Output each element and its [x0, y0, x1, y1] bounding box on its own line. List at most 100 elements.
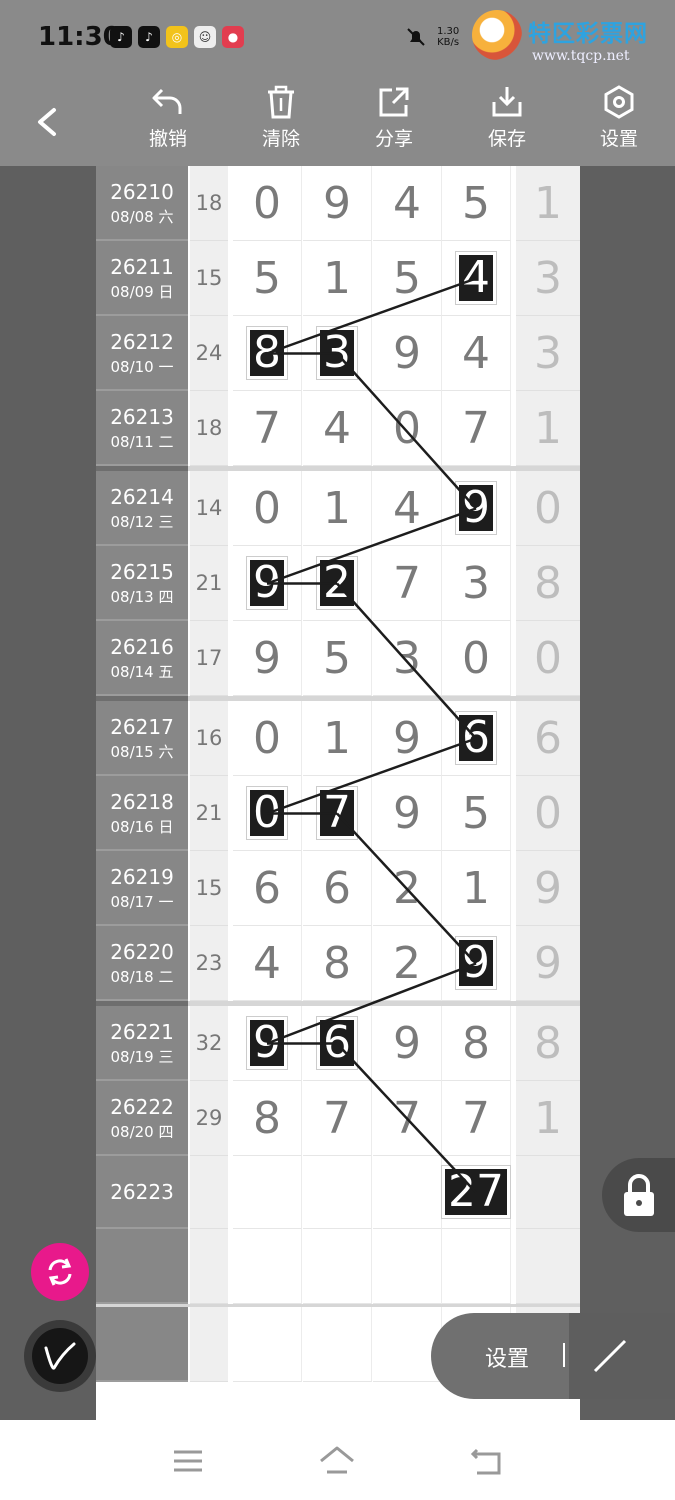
draw-row[interactable]: 26220 08/18 二 23 4 8 2 9 9: [96, 926, 580, 1001]
digit-cell-1[interactable]: 8: [233, 1081, 302, 1156]
back-nav-button[interactable]: [467, 1444, 507, 1478]
digit-cell-1[interactable]: 0: [233, 166, 302, 241]
digit-cell-3[interactable]: 9: [373, 776, 442, 851]
draw-row[interactable]: 26213 08/11 二 18 7 4 0 7 1: [96, 391, 580, 466]
pen-mode-inner: [32, 1328, 88, 1384]
digit-cell-2[interactable]: [303, 1307, 372, 1382]
digit-cell-2[interactable]: [303, 1229, 372, 1304]
digit-cell-3[interactable]: 7: [373, 546, 442, 621]
digit-cell-4[interactable]: [442, 1229, 511, 1304]
digit-cell-1[interactable]: 8: [233, 316, 302, 391]
digit-cell-4[interactable]: 27: [442, 1156, 511, 1229]
digit-cell-3[interactable]: 9: [373, 1006, 442, 1081]
digit-cell-4[interactable]: 3: [442, 546, 511, 621]
draw-row[interactable]: 26217 08/15 六 16 0 1 9 6 6: [96, 701, 580, 776]
draw-row[interactable]: 26210 08/08 六 18 0 9 4 5 1: [96, 166, 580, 241]
digit-cell-4[interactable]: 5: [442, 776, 511, 851]
trend-chart-board[interactable]: 26210 08/08 六 18 0 9 4 5 1 26211 08/09 日 15 5 1 5 4 3 26…: [96, 166, 580, 1420]
digit-cell-1[interactable]: 6: [233, 851, 302, 926]
digit-cell-2[interactable]: 4: [303, 391, 372, 466]
undo-button[interactable]: 撤销: [133, 84, 203, 162]
digit-cell-3[interactable]: 4: [373, 166, 442, 241]
digit-cell-4[interactable]: 7: [442, 1081, 511, 1156]
draw-row[interactable]: 26222 08/20 四 29 8 7 7 7 1: [96, 1081, 580, 1156]
digit-cell-1[interactable]: 5: [233, 241, 302, 316]
save-button[interactable]: 保存: [472, 84, 542, 162]
digit-cell-4[interactable]: 4: [442, 241, 511, 316]
digit-cell-3[interactable]: 3: [373, 621, 442, 696]
digit-value: 1: [323, 252, 351, 304]
digit-cell-2[interactable]: 1: [303, 241, 372, 316]
digit-cell-4[interactable]: 6: [442, 701, 511, 776]
home-button[interactable]: [317, 1444, 357, 1478]
digit-cell-2[interactable]: 1: [303, 701, 372, 776]
sum-value: 23: [190, 926, 228, 1001]
digit-cell-2[interactable]: 6: [303, 851, 372, 926]
draw-row[interactable]: 26215 08/13 四 21 9 2 7 3 8: [96, 546, 580, 621]
digit-value: 8: [462, 1017, 490, 1069]
digit-cell-2[interactable]: 5: [303, 621, 372, 696]
clear-button[interactable]: 清除: [246, 84, 316, 162]
digit-cell-3[interactable]: 7: [373, 1081, 442, 1156]
digit-cell-1[interactable]: 0: [233, 471, 302, 546]
digit-cell-1[interactable]: [233, 1307, 302, 1382]
digit-cell-2[interactable]: 8: [303, 926, 372, 1001]
digit-cell-4[interactable]: 9: [442, 926, 511, 1001]
digit-cell-4[interactable]: 1: [442, 851, 511, 926]
back-button[interactable]: [30, 98, 70, 146]
line-tool-button[interactable]: [569, 1313, 675, 1399]
digit-cell-1[interactable]: 4: [233, 926, 302, 1001]
digit-cell-1[interactable]: 9: [233, 621, 302, 696]
draw-row[interactable]: [96, 1229, 580, 1304]
draw-row[interactable]: 26221 08/19 三 32 9 6 9 8 8: [96, 1006, 580, 1081]
draw-row[interactable]: 26219 08/17 一 15 6 6 2 1 9: [96, 851, 580, 926]
digit-cell-2[interactable]: 2: [303, 546, 372, 621]
settings-button[interactable]: 设置: [584, 84, 654, 162]
digit-cell-3[interactable]: 2: [373, 851, 442, 926]
draw-row[interactable]: 26212 08/10 一 24 8 3 9 4 3: [96, 316, 580, 391]
digit-cell-2[interactable]: 6: [303, 1006, 372, 1081]
digit-cell-1[interactable]: 0: [233, 776, 302, 851]
share-button[interactable]: 分享: [359, 84, 429, 162]
digit-cell-2[interactable]: 7: [303, 1081, 372, 1156]
period-cell: 26215 08/13 四: [96, 546, 188, 621]
digit-cell-4[interactable]: 5: [442, 166, 511, 241]
digit-cell-3[interactable]: [373, 1229, 442, 1304]
digit-cell-4[interactable]: 7: [442, 391, 511, 466]
last-digit: 3: [516, 241, 580, 316]
digit-cell-3[interactable]: [373, 1156, 442, 1229]
refresh-button[interactable]: [31, 1243, 89, 1301]
digit-cell-3[interactable]: 9: [373, 701, 442, 776]
digit-cell-3[interactable]: 0: [373, 391, 442, 466]
draw-row[interactable]: 26214 08/12 三 14 0 1 4 9 0: [96, 471, 580, 546]
digit-cell-2[interactable]: [303, 1156, 372, 1229]
period-date: 08/12 三: [110, 513, 174, 531]
digit-cell-1[interactable]: 7: [233, 391, 302, 466]
digit-cell-2[interactable]: 7: [303, 776, 372, 851]
menu-button[interactable]: [168, 1444, 208, 1478]
draw-row[interactable]: 26223 27: [96, 1156, 580, 1229]
lock-button[interactable]: [602, 1158, 675, 1232]
draw-row[interactable]: 26218 08/16 日 21 0 7 9 5 0: [96, 776, 580, 851]
digit-cell-3[interactable]: 5: [373, 241, 442, 316]
digit-cell-4[interactable]: 0: [442, 621, 511, 696]
digit-cell-1[interactable]: 9: [233, 546, 302, 621]
digit-cell-1[interactable]: 9: [233, 1006, 302, 1081]
digit-cell-1[interactable]: [233, 1229, 302, 1304]
digit-cell-3[interactable]: 4: [373, 471, 442, 546]
digit-cell-4[interactable]: 9: [442, 471, 511, 546]
digit-cell-1[interactable]: [233, 1156, 302, 1229]
digit-cell-1[interactable]: 0: [233, 701, 302, 776]
digit-cell-3[interactable]: 2: [373, 926, 442, 1001]
digit-cell-2[interactable]: 3: [303, 316, 372, 391]
pen-mode-button[interactable]: [24, 1320, 96, 1392]
digit-cell-4[interactable]: 4: [442, 316, 511, 391]
digit-cell-4[interactable]: 8: [442, 1006, 511, 1081]
draw-row[interactable]: 26211 08/09 日 15 5 1 5 4 3: [96, 241, 580, 316]
pill-settings-button[interactable]: 设置: [485, 1341, 529, 1373]
draw-row[interactable]: 26216 08/14 五 17 9 5 3 0 0: [96, 621, 580, 696]
digit-cell-2[interactable]: 9: [303, 166, 372, 241]
digit-cell-3[interactable]: 9: [373, 316, 442, 391]
digit-cell-2[interactable]: 1: [303, 471, 372, 546]
digit-value: 9: [323, 177, 351, 229]
